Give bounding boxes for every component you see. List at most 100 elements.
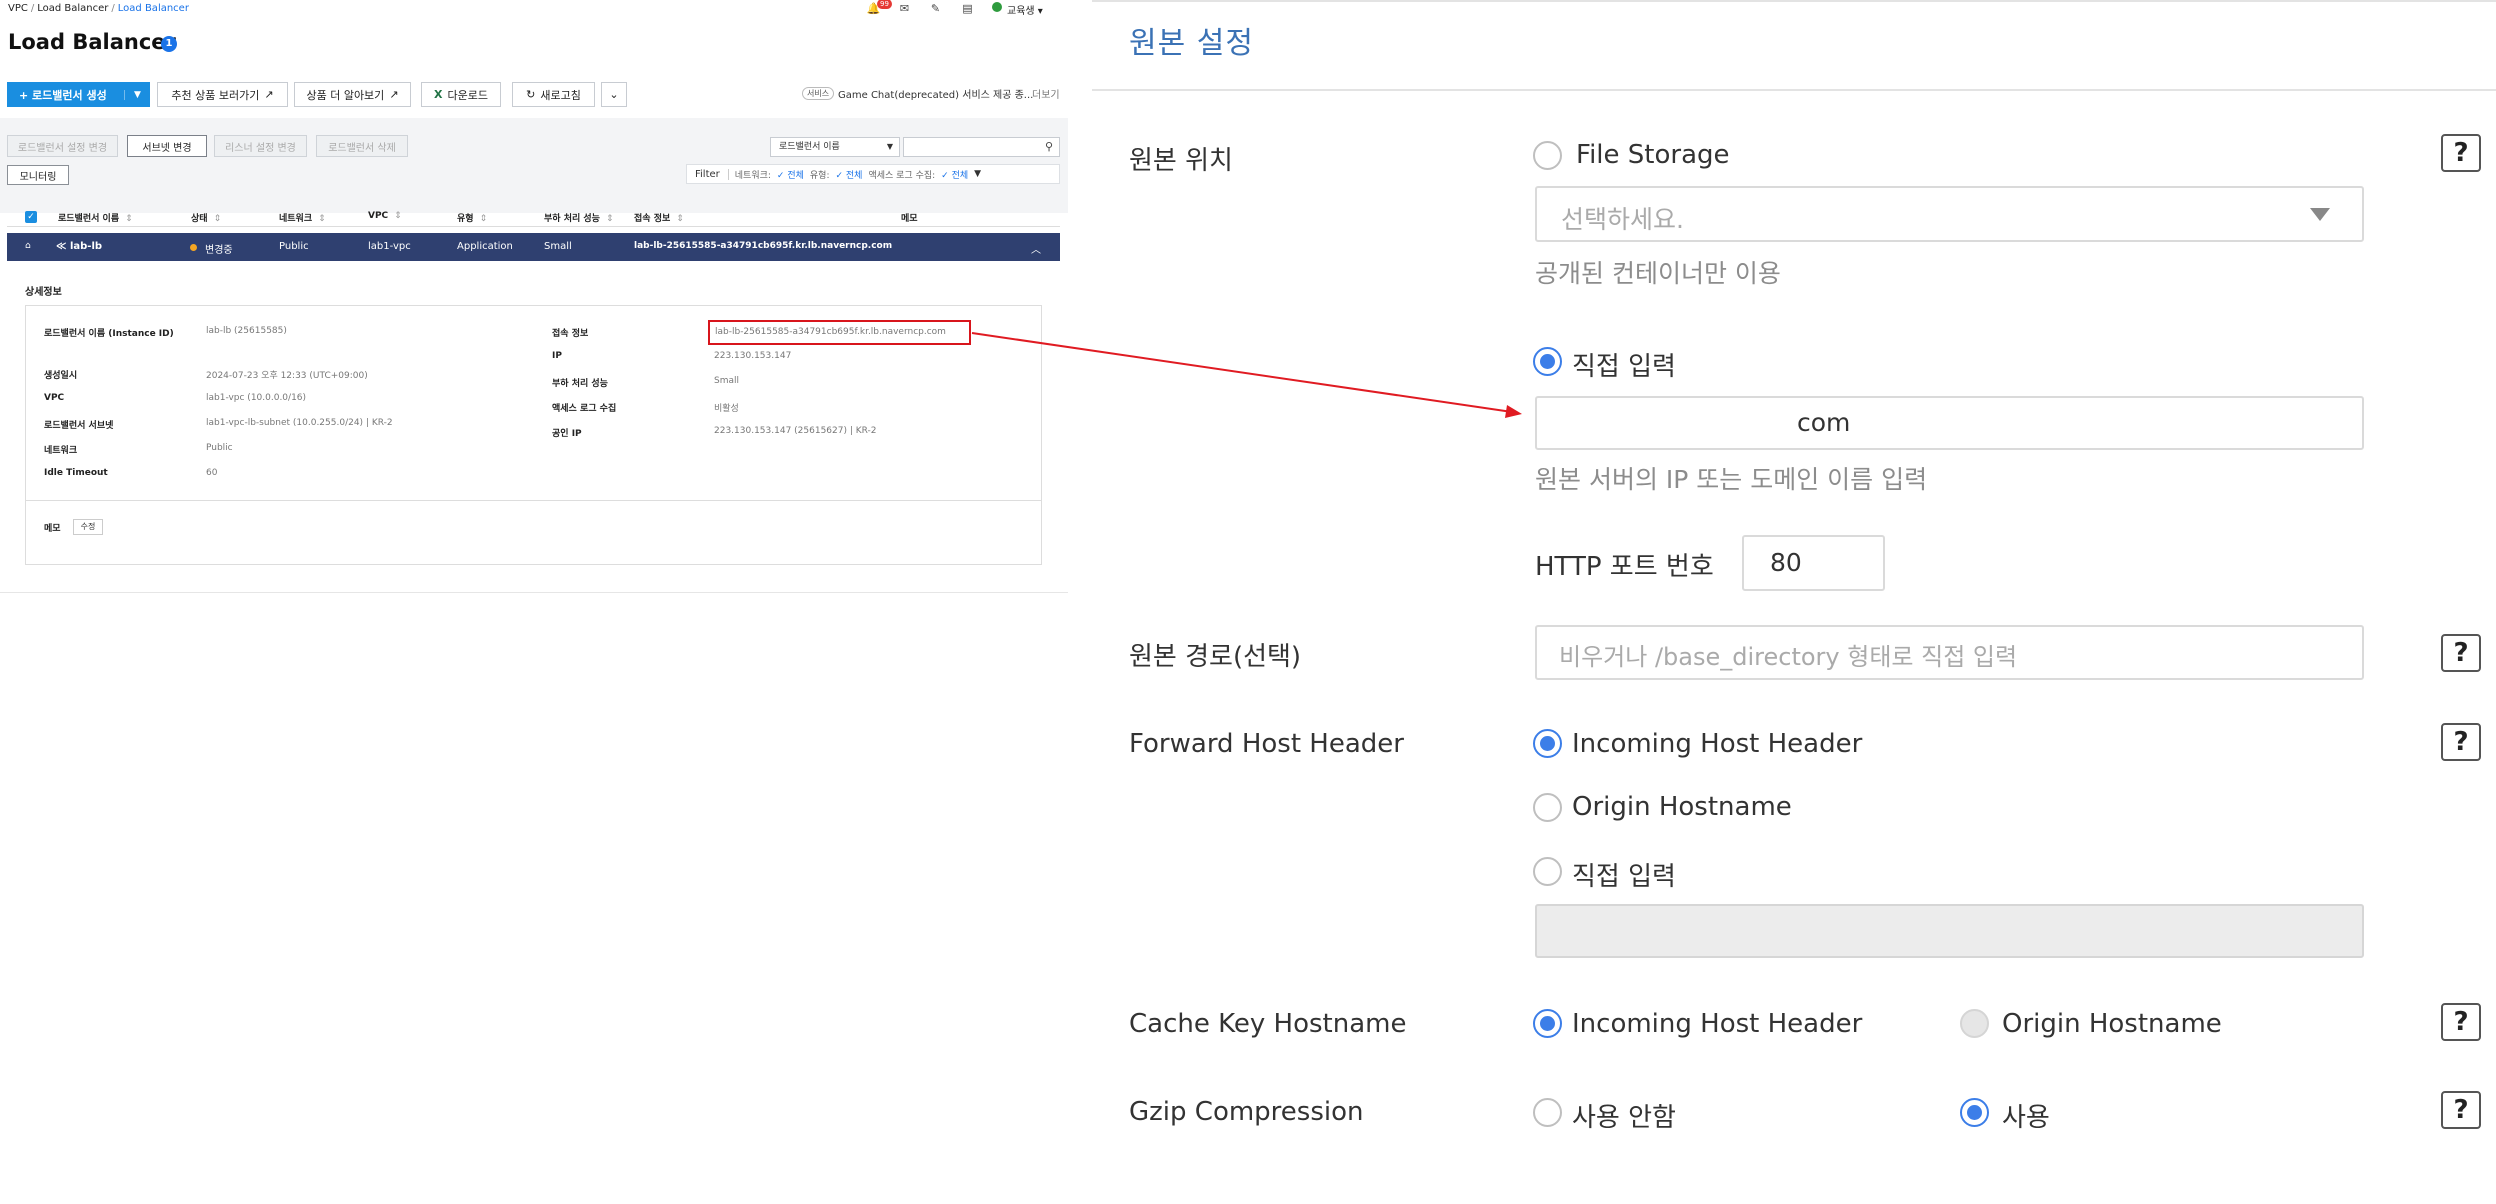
- col-vpc: VPC ⇕: [368, 211, 402, 221]
- detail-value-public-ip: 223.130.153.147 (25615627) | KR-2: [714, 426, 877, 436]
- book-icon[interactable]: ▤: [960, 2, 975, 15]
- status-dot-icon: [190, 244, 197, 251]
- cache-origin-label: Origin Hostname: [2002, 1009, 2222, 1039]
- radio-gzip-on[interactable]: [1960, 1098, 1989, 1127]
- row-type: Application: [457, 241, 513, 252]
- detail-key-access-log: 액세스 로그 수집: [552, 404, 617, 414]
- fwd-direct-input[interactable]: [1535, 904, 2364, 958]
- detail-key-created: 생성일시: [44, 371, 78, 381]
- row-network: Public: [279, 241, 309, 252]
- breadcrumb-current[interactable]: Load Balancer: [118, 3, 189, 14]
- excel-icon: X: [434, 88, 443, 101]
- col-network: 네트워크 ⇕: [279, 214, 326, 224]
- search-field-select[interactable]: 로드밸런서 이름 ▼: [770, 137, 900, 157]
- recommend-products-button[interactable]: 추천 상품 보러가기 ↗: [157, 82, 288, 107]
- table-row[interactable]: ⌂ ≪ lab-lb 변경중 Public lab1-vpc Applicati…: [7, 233, 1060, 261]
- user-menu[interactable]: 교육생 ▾: [1007, 2, 1043, 17]
- filter-caret-icon[interactable]: ▼: [974, 169, 981, 179]
- search-input[interactable]: ⚲: [903, 137, 1060, 157]
- more-actions-chevron-icon[interactable]: ⌄: [601, 82, 627, 107]
- radio-cache-incoming[interactable]: [1533, 1009, 1562, 1038]
- breadcrumb-load-balancer[interactable]: Load Balancer: [37, 3, 108, 14]
- help-cache-key-icon[interactable]: ?: [2441, 1003, 2481, 1041]
- radio-fwd-direct[interactable]: [1533, 857, 1562, 886]
- col-performance: 부하 처리 성능 ⇕: [544, 214, 614, 224]
- table-header: ✓ 로드밸런서 이름 ⇕ 상태 ⇕ 네트워크 ⇕ VPC ⇕ 유형 ⇕ 부하 처리 성능 ⇕…: [7, 207, 1060, 227]
- memo-edit-button[interactable]: 수정: [73, 519, 103, 535]
- service-tag: 서비스: [802, 87, 835, 100]
- help-forward-host-icon[interactable]: ?: [2441, 723, 2481, 761]
- detail-divider: [26, 500, 1041, 501]
- row-vpc: lab1-vpc: [368, 241, 411, 252]
- filter-log-value[interactable]: ✓ 전체: [941, 168, 968, 181]
- external-link-icon: ↗: [264, 88, 274, 101]
- radio-fwd-incoming[interactable]: [1533, 729, 1562, 758]
- gzip-on-label: 사용: [2002, 1103, 2050, 1133]
- refresh-button[interactable]: ↻ 새로고침: [512, 82, 595, 107]
- help-origin-location-icon[interactable]: ?: [2441, 134, 2481, 172]
- row-access-info: lab-lb-25615585-a34791cb695f.kr.lb.naver…: [634, 241, 893, 251]
- radio-fwd-origin[interactable]: [1533, 793, 1562, 822]
- gzip-label: Gzip Compression: [1129, 1097, 1364, 1127]
- select-placeholder: 선택하세요.: [1561, 205, 1684, 234]
- http-port-input[interactable]: 80: [1742, 535, 1885, 591]
- title-divider: [1092, 89, 2496, 91]
- chevron-down-icon[interactable]: ▼: [124, 89, 150, 100]
- detail-value-access-log: 비활성: [714, 404, 739, 414]
- user-status-icon: [992, 2, 1002, 12]
- radio-cache-origin[interactable]: [1960, 1009, 1989, 1038]
- gzip-off-label: 사용 안함: [1572, 1103, 1676, 1133]
- panel-title: 원본 설정: [1129, 26, 1254, 61]
- select-all-checkbox[interactable]: ✓: [25, 211, 37, 223]
- filter-log-label: 액세스 로그 수집:: [868, 170, 936, 181]
- col-status: 상태 ⇕: [191, 214, 222, 224]
- edit-note-icon[interactable]: ✎: [928, 2, 943, 15]
- subnet-change-button[interactable]: 서브넷 변경: [127, 135, 207, 157]
- service-notice[interactable]: Game Chat(deprecated) 서비스 제공 종...: [838, 86, 1033, 101]
- notification-count-badge: 99: [877, 0, 892, 9]
- origin-domain-value: com: [1797, 408, 1851, 437]
- fwd-origin-label: Origin Hostname: [1572, 792, 1792, 822]
- help-gzip-icon[interactable]: ?: [2441, 1091, 2481, 1129]
- delete-lb-button[interactable]: 로드밸런서 삭제: [316, 135, 408, 157]
- origin-domain-input[interactable]: com: [1535, 396, 2364, 450]
- radio-direct-input[interactable]: [1533, 347, 1562, 376]
- message-icon[interactable]: ✉: [897, 2, 912, 15]
- filter-network-value[interactable]: ✓ 전체: [777, 168, 804, 181]
- origin-path-input[interactable]: 비우거나 /base_directory 형태로 직접 입력: [1535, 625, 2364, 680]
- container-select[interactable]: 선택하세요.: [1535, 186, 2364, 242]
- detail-value-subnet: lab1-vpc-lb-subnet (10.0.255.0/24) | KR-…: [206, 418, 393, 428]
- detail-value-idle-timeout: 60: [206, 468, 218, 478]
- download-button[interactable]: X 다운로드: [421, 82, 501, 107]
- load-balancer-console: VPC / Load Balancer / Load Balancer Load Bal…: [0, 0, 1068, 600]
- filter-label: Filter: [695, 168, 729, 180]
- row-name[interactable]: ≪ lab-lb: [56, 241, 102, 252]
- dropdown-triangle-icon: [2310, 208, 2330, 221]
- listener-settings-button[interactable]: 리스너 설정 변경: [214, 135, 307, 157]
- more-products-button[interactable]: 상품 더 알아보기 ↗: [294, 82, 411, 107]
- create-load-balancer-button[interactable]: + 로드밸런서 생성 ▼: [7, 82, 150, 107]
- http-port-label: HTTP 포트 번호: [1535, 552, 1714, 582]
- radio-file-storage[interactable]: [1533, 141, 1562, 170]
- row-performance: Small: [544, 241, 572, 252]
- radio-gzip-off[interactable]: [1533, 1098, 1562, 1127]
- forward-host-label: Forward Host Header: [1129, 729, 1404, 759]
- more-link[interactable]: 더보기: [1032, 86, 1060, 101]
- detail-heading: 상세정보: [25, 287, 62, 298]
- origin-path-label: 원본 경로(선택): [1129, 642, 1302, 672]
- detail-value-created: 2024-07-23 오후 12:33 (UTC+09:00): [206, 371, 368, 381]
- lb-settings-change-button[interactable]: 로드밸런서 설정 변경: [7, 135, 118, 157]
- monitoring-button[interactable]: 모니터링: [7, 165, 69, 185]
- row-expand-icon[interactable]: ⌂: [25, 241, 31, 251]
- detail-key-vpc: VPC: [44, 393, 65, 403]
- breadcrumb-vpc[interactable]: VPC: [8, 3, 28, 14]
- row-status: 변경중: [205, 245, 233, 256]
- collapse-chevron-icon[interactable]: ︿: [1031, 241, 1041, 256]
- page-title: Load Balancer: [8, 30, 176, 54]
- caret-down-icon: ▼: [886, 142, 893, 151]
- origin-path-placeholder: 비우거나 /base_directory 형태로 직접 입력: [1559, 643, 2018, 671]
- search-icon[interactable]: ⚲: [1045, 140, 1053, 153]
- filter-bar[interactable]: Filter 네트워크: ✓ 전체 유형: ✓ 전체 액세스 로그 수집: ✓ 전체 …: [686, 164, 1060, 184]
- help-origin-path-icon[interactable]: ?: [2441, 634, 2481, 672]
- filter-type-value[interactable]: ✓ 전체: [835, 168, 862, 181]
